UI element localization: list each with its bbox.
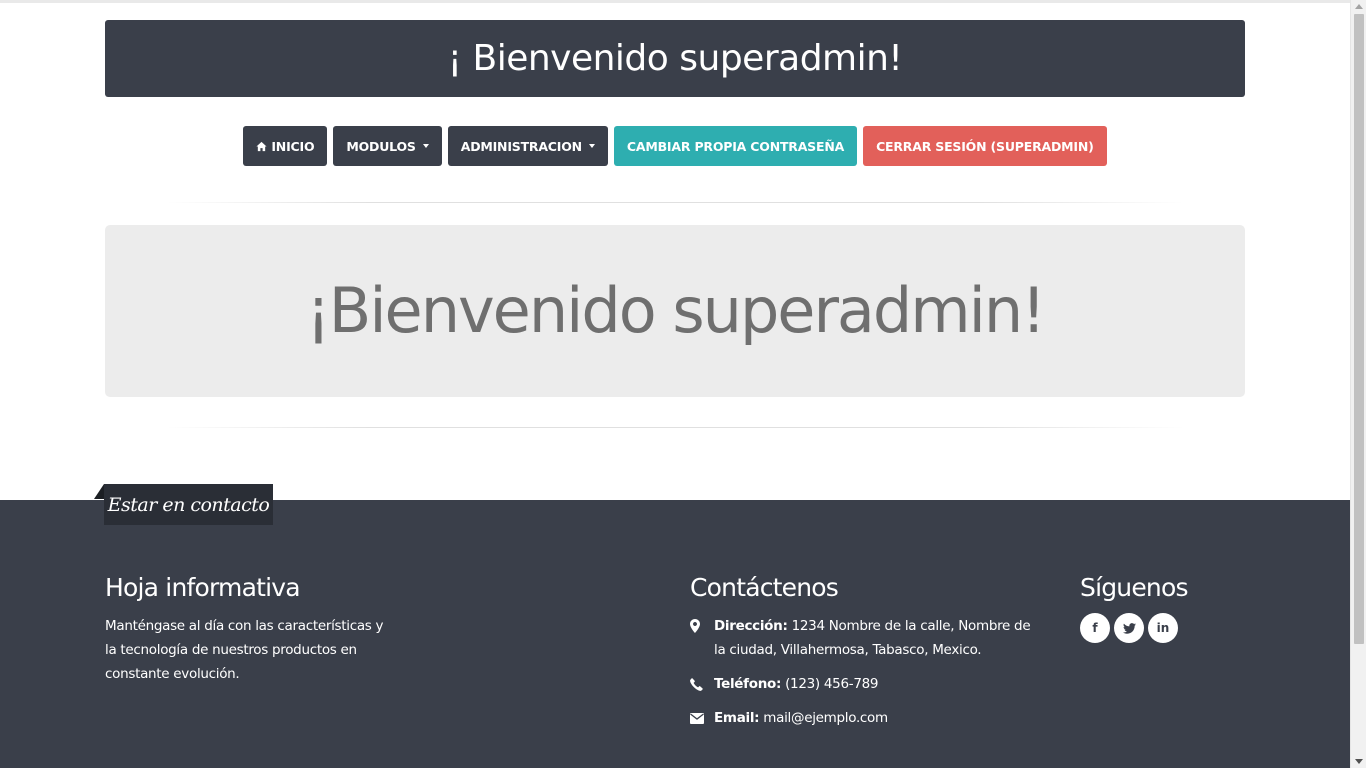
scroll-thumb[interactable] (1354, 14, 1364, 644)
divider (165, 202, 1185, 203)
header-title: ¡ Bienvenido superadmin! (447, 38, 903, 79)
phone-value: (123) 456-789 (785, 676, 879, 692)
main-nav: INICIO MODULOS ADMINISTRACION CAMBIAR PR… (0, 126, 1350, 166)
home-icon (256, 141, 267, 151)
twitter-button[interactable] (1114, 613, 1144, 643)
scroll-up-icon[interactable] (1355, 4, 1363, 9)
welcome-jumbotron: ¡Bienvenido superadmin! (105, 225, 1245, 397)
linkedin-button[interactable]: in (1148, 613, 1178, 643)
facebook-button[interactable]: f (1080, 613, 1110, 643)
contact-phone: Teléfono: (123) 456-789 (690, 672, 1034, 696)
contact-email: Email: mail@ejemplo.com (690, 706, 1034, 730)
caret-down-icon (422, 144, 429, 148)
contact-tab: Estar en contacto (94, 484, 273, 525)
envelope-icon (690, 712, 704, 724)
contact-heading: Contáctenos (690, 573, 839, 602)
caret-down-icon (588, 144, 595, 148)
newsletter-text: Manténgase al día con las característica… (105, 618, 384, 682)
map-pin-icon (690, 619, 700, 633)
top-border (0, 0, 1350, 3)
logout-button[interactable]: CERRAR SESIÓN (SUPERADMIN) (863, 126, 1107, 166)
change-password-label: CAMBIAR PROPIA CONTRASEÑA (626, 138, 845, 154)
nav-home-button[interactable]: INICIO (243, 126, 328, 166)
follow-heading: Síguenos (1080, 573, 1188, 602)
nav-modules-label: MODULOS (346, 138, 416, 154)
nav-admin-label: ADMINISTRACION (460, 138, 582, 154)
nav-home-label: INICIO (271, 138, 315, 154)
logout-label: CERRAR SESIÓN (SUPERADMIN) (876, 138, 1094, 154)
contact-address: Dirección: 1234 Nombre de la calle, Nomb… (690, 614, 1034, 662)
email-value[interactable]: mail@ejemplo.com (763, 710, 888, 726)
nav-admin-dropdown[interactable]: ADMINISTRACION (447, 126, 608, 166)
phone-icon (690, 677, 703, 691)
newsletter-heading: Hoja informativa (105, 573, 301, 602)
email-label: Email: (714, 710, 760, 726)
facebook-icon: f (1092, 621, 1098, 635)
scrollbar[interactable] (1350, 0, 1366, 768)
header-banner: ¡ Bienvenido superadmin! (105, 20, 1245, 97)
linkedin-icon: in (1156, 621, 1170, 635)
twitter-icon (1122, 622, 1136, 634)
nav-modules-dropdown[interactable]: MODULOS (333, 126, 442, 166)
address-label: Dirección: (714, 618, 788, 634)
welcome-title: ¡Bienvenido superadmin! (305, 273, 1046, 347)
divider (165, 427, 1185, 428)
social-links: f in (1080, 613, 1178, 643)
change-password-button[interactable]: CAMBIAR PROPIA CONTRASEÑA (613, 126, 858, 166)
phone-label: Teléfono: (714, 676, 782, 692)
scroll-down-icon[interactable] (1355, 759, 1363, 764)
